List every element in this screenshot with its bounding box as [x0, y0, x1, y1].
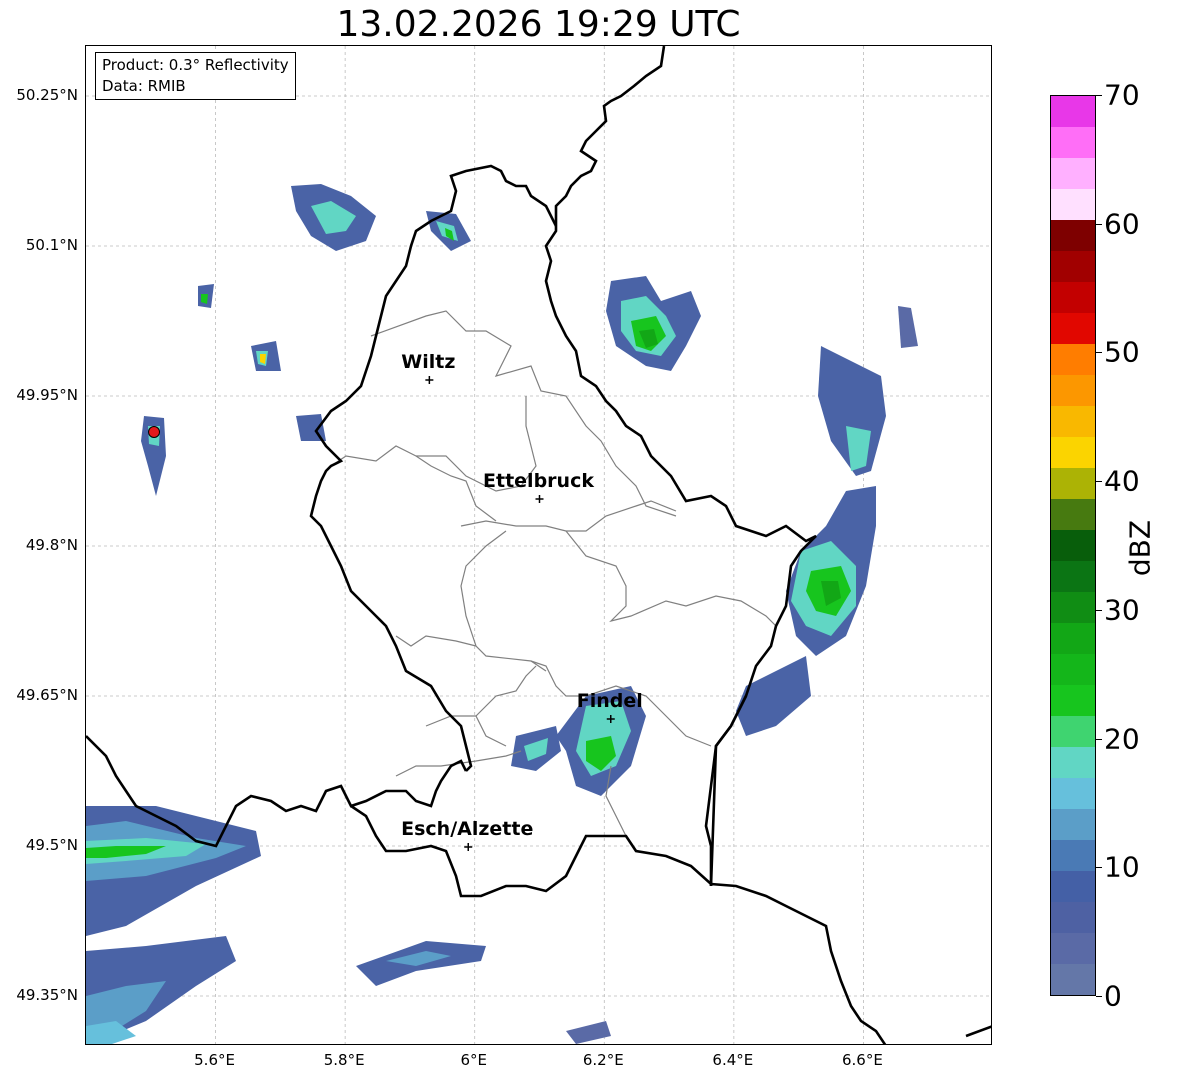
x-tick-label: 5.6°E — [194, 1051, 235, 1069]
x-tick-label: 6.4°E — [712, 1051, 754, 1069]
colorbar-tick-label: 10 — [1104, 850, 1140, 884]
colorbar-tick-mark — [1096, 867, 1102, 869]
city-label: Wiltz — [401, 351, 456, 373]
colorbar-swatch — [1051, 778, 1095, 809]
echo-northeast — [606, 276, 918, 476]
map-title: 13.02.2026 19:29 UTC — [336, 4, 741, 45]
echo-northwest — [141, 184, 471, 496]
colorbar-swatch — [1051, 406, 1095, 437]
colorbar-swatch — [1051, 840, 1095, 871]
city-label: Ettelbruck — [483, 470, 594, 492]
radar-map[interactable] — [85, 45, 992, 1045]
colorbar-tick-label: 50 — [1104, 335, 1140, 369]
colorbar-swatch — [1051, 623, 1095, 654]
colorbar-swatch — [1051, 375, 1095, 406]
colorbar-tick-mark — [1096, 738, 1102, 740]
radar-site-marker[interactable] — [148, 426, 161, 438]
y-tick-label: 49.5°N — [25, 836, 78, 854]
colorbar-swatch — [1051, 344, 1095, 375]
colorbar-swatch — [1051, 468, 1095, 499]
colorbar-swatch — [1051, 499, 1095, 530]
colorbar — [1050, 95, 1096, 996]
y-tick-label: 50.25°N — [16, 86, 78, 104]
y-tick-label: 49.65°N — [16, 686, 78, 704]
colorbar-swatch — [1051, 313, 1095, 344]
colorbar-swatch — [1051, 747, 1095, 778]
city-marker — [425, 376, 434, 384]
y-tick-label: 49.95°N — [16, 386, 78, 404]
colorbar-tick-label: 40 — [1104, 464, 1140, 498]
colorbar-swatch — [1051, 251, 1095, 282]
city-marker — [535, 495, 544, 503]
x-tick-label: 6.6°E — [842, 1051, 883, 1069]
colorbar-swatch — [1051, 809, 1095, 840]
colorbar-label: dBZ — [1123, 519, 1157, 577]
colorbar-tick-label: 60 — [1104, 207, 1140, 241]
echo-southwest — [86, 806, 261, 1044]
colorbar-swatch — [1051, 220, 1095, 251]
colorbar-tick-label: 30 — [1104, 593, 1140, 627]
colorbar-tick-mark — [1096, 95, 1102, 96]
product-info-box: Product: 0.3° Reflectivity Data: RMIB — [95, 52, 296, 100]
x-tick-label: 6.2°E — [582, 1051, 624, 1069]
colorbar-tick-mark — [1096, 223, 1102, 225]
colorbar-swatch — [1051, 561, 1095, 592]
x-tick-label: 6°E — [460, 1051, 487, 1069]
x-tick-label: 5.8°E — [323, 1051, 365, 1069]
colorbar-tick-label: 20 — [1104, 722, 1140, 756]
canton-boundaries — [330, 310, 777, 837]
city-label: Findel — [576, 690, 643, 712]
colorbar-swatch — [1051, 685, 1095, 716]
colorbar-swatch — [1051, 933, 1095, 964]
city-label: Esch/Alzette — [401, 818, 534, 840]
city-marker — [464, 843, 473, 851]
radar-echoes — [86, 184, 918, 1044]
colorbar-tick-label: 70 — [1104, 78, 1140, 112]
colorbar-swatch — [1051, 437, 1095, 468]
colorbar-swatch — [1051, 96, 1095, 127]
y-tick-label: 50.1°N — [25, 236, 78, 254]
colorbar-swatch — [1051, 902, 1095, 933]
colorbar-swatch — [1051, 530, 1095, 561]
colorbar-swatch — [1051, 158, 1095, 189]
colorbar-swatch — [1051, 716, 1095, 747]
colorbar-tick-mark — [1096, 996, 1102, 997]
colorbar-swatch — [1051, 282, 1095, 313]
y-tick-label: 49.8°N — [25, 536, 78, 554]
colorbar-swatch — [1051, 592, 1095, 623]
colorbar-swatch — [1051, 964, 1095, 995]
colorbar-swatch — [1051, 871, 1095, 902]
echo-south — [356, 941, 611, 1044]
colorbar-swatch — [1051, 127, 1095, 158]
data-source-label: Data: RMIB — [102, 77, 186, 95]
product-label: Product: 0.3° Reflectivity — [102, 56, 289, 74]
colorbar-tick-mark — [1096, 609, 1102, 611]
y-tick-label: 49.35°N — [16, 986, 78, 1004]
map-canvas — [86, 46, 991, 1044]
colorbar-tick-mark — [1096, 481, 1102, 483]
colorbar-tick-label: 0 — [1104, 979, 1122, 1013]
colorbar-swatch — [1051, 654, 1095, 685]
colorbar-swatch — [1051, 189, 1095, 220]
colorbar-tick-mark — [1096, 352, 1102, 354]
